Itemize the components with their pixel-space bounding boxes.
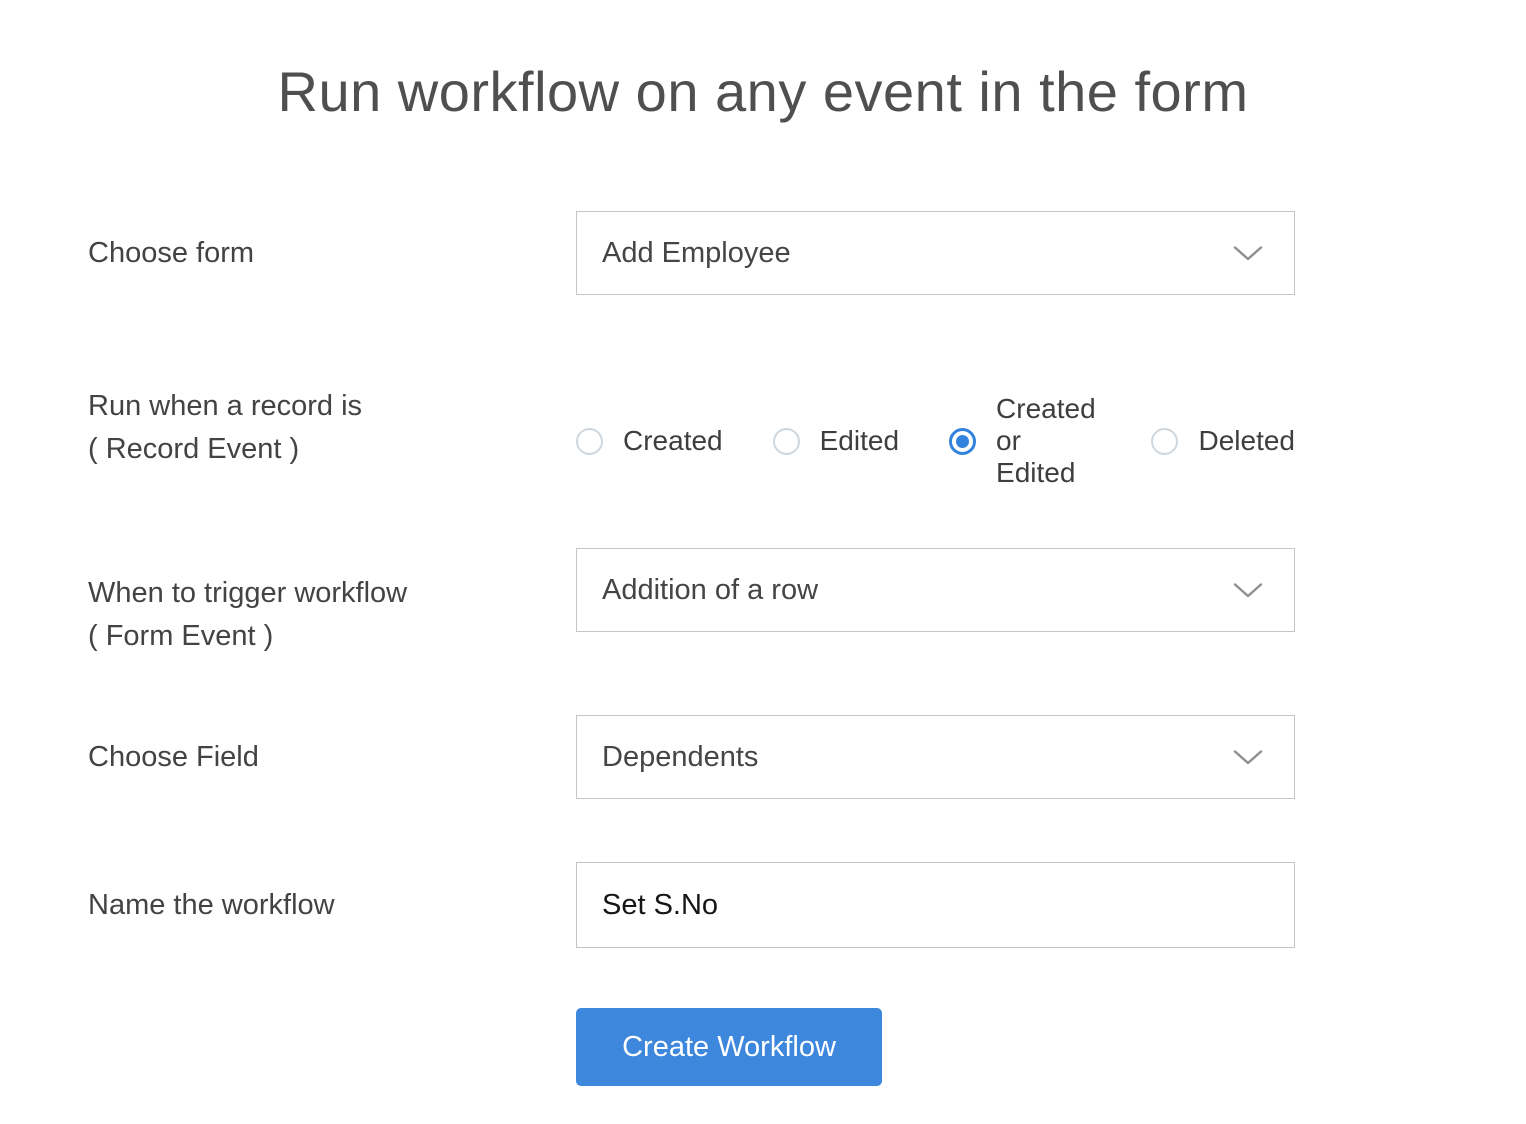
workflow-name-label: Name the workflow [88,888,335,921]
record-event-label: Run when a record is [88,390,363,422]
workflow-create-page: Run workflow on any event in the form Ch… [0,0,1526,1124]
radio-option-created[interactable]: Created [576,425,723,457]
radio-option-edited[interactable]: Edited [772,425,900,457]
radio-option-deleted[interactable]: Deleted [1151,425,1295,457]
submit-row: Create Workflow [0,1008,1526,1086]
radio-circle-icon [1151,427,1179,455]
form-event-label: When to trigger workflow [88,577,408,609]
radio-circle-icon [949,427,977,455]
choose-field-label: Choose Field [88,740,259,773]
form-event-sublabel: ( Form Event ) [88,620,274,652]
chevron-down-icon [1233,245,1263,262]
radio-label-created-or-edited: Created or Edited [996,393,1096,488]
form-event-select[interactable]: Addition of a row [576,548,1295,632]
record-event-row: Run when a record is ( Record Event ) Cr… [0,385,1526,489]
choose-field-row: Choose Field Dependents [0,715,1526,799]
create-workflow-button[interactable]: Create Workflow [576,1008,882,1086]
chevron-down-icon [1233,749,1263,766]
workflow-name-input[interactable] [576,862,1295,948]
record-event-sublabel: ( Record Event ) [88,433,300,465]
radio-option-created-or-edited[interactable]: Created or Edited [949,393,1101,489]
radio-label-edited: Edited [819,425,900,456]
choose-field-select[interactable]: Dependents [576,715,1295,799]
form-event-selected-value: Addition of a row [602,573,819,606]
choose-field-selected-value: Dependents [602,740,759,773]
radio-label-created: Created [623,425,723,456]
workflow-name-row: Name the workflow [0,862,1526,948]
record-event-radio-group: Created Edited Created or Edited Deleted [576,385,1295,489]
radio-circle-icon [576,427,603,455]
choose-form-row: Choose form Add Employee [0,211,1526,295]
choose-form-label: Choose form [88,236,255,269]
workflow-form: Choose form Add Employee Run when a reco… [0,211,1526,1086]
radio-label-deleted: Deleted [1198,425,1295,456]
radio-circle-icon [772,427,800,455]
chevron-down-icon [1233,582,1263,599]
choose-form-selected-value: Add Employee [602,236,791,269]
form-event-row: When to trigger workflow ( Form Event ) … [0,548,1526,658]
choose-form-select[interactable]: Add Employee [576,211,1295,295]
page-title: Run workflow on any event in the form [277,60,1249,123]
